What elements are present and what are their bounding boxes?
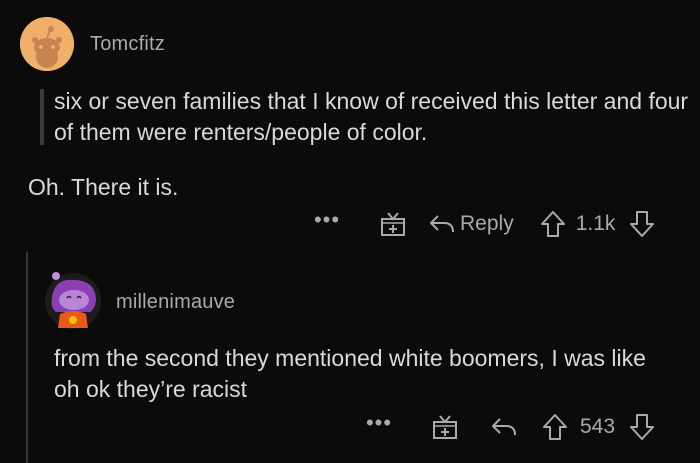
downvote-arrow-icon — [630, 414, 655, 440]
reply-arrow-icon — [430, 215, 454, 233]
reply-label: Reply — [460, 212, 514, 235]
upvote-button[interactable] — [542, 413, 568, 441]
more-dots-icon[interactable]: ••• — [310, 209, 344, 231]
snoo-avatar-icon — [20, 17, 74, 71]
avatar-tomcfitz[interactable] — [20, 17, 74, 71]
quote-bar — [40, 89, 44, 145]
quoted-text: six or seven families that I know of rec… — [54, 88, 689, 145]
reply-button[interactable] — [490, 415, 518, 439]
vote-score: 1.1k — [575, 212, 616, 235]
comment-actions: ••• 543 — [362, 408, 655, 446]
upvote-arrow-icon — [543, 414, 567, 440]
gift-award-icon[interactable] — [380, 211, 406, 237]
downvote-button[interactable] — [629, 210, 655, 238]
thread-line[interactable] — [26, 252, 28, 463]
avatar-millenimauve[interactable] — [44, 268, 102, 330]
gift-award-icon[interactable] — [432, 414, 458, 440]
vote-score: 543 — [580, 415, 616, 438]
comment-body: Oh. There it is. — [28, 174, 179, 200]
reply-button[interactable]: Reply — [428, 212, 514, 236]
upvote-button[interactable] — [540, 210, 566, 238]
comment-username[interactable]: millenimauve — [116, 291, 235, 314]
downvote-button[interactable] — [629, 413, 655, 441]
comment-body: from the second they mentioned white boo… — [54, 345, 646, 402]
downvote-arrow-icon — [630, 211, 655, 237]
reply-arrow-icon — [492, 418, 516, 436]
more-dots-icon[interactable]: ••• — [362, 412, 396, 434]
snoo-avatar-icon — [45, 272, 101, 329]
comment-actions: ••• Reply 1.1k — [310, 205, 655, 243]
comment-username[interactable]: Tomcfitz — [90, 33, 165, 56]
upvote-arrow-icon — [540, 211, 565, 237]
